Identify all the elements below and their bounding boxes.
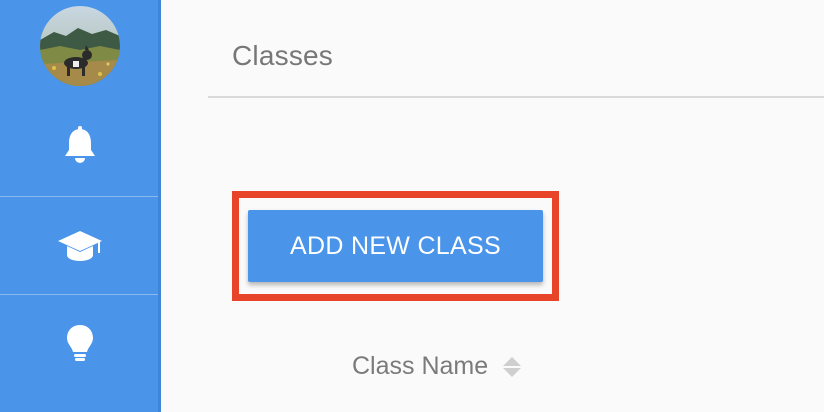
sidebar-item-notifications[interactable] [0, 97, 160, 195]
sidebar-edge [158, 0, 161, 412]
column-header-label: Class Name [352, 352, 489, 380]
avatar-photo [40, 6, 120, 86]
sidebar-item-classes[interactable] [0, 196, 160, 295]
bell-icon [65, 126, 95, 163]
sort-arrows-icon [503, 356, 522, 377]
column-header-class-name[interactable]: Class Name [352, 352, 522, 381]
add-new-class-button[interactable]: ADD NEW CLASS [248, 210, 543, 282]
page-title: Classes [232, 40, 333, 71]
title-divider [208, 96, 824, 98]
sort-icon[interactable] [502, 355, 522, 379]
sidebar-item-ideas[interactable] [0, 294, 160, 393]
sidebar [0, 0, 160, 412]
avatar[interactable] [40, 6, 120, 86]
lightbulb-icon [67, 325, 93, 361]
graduation-cap-icon [58, 231, 102, 261]
